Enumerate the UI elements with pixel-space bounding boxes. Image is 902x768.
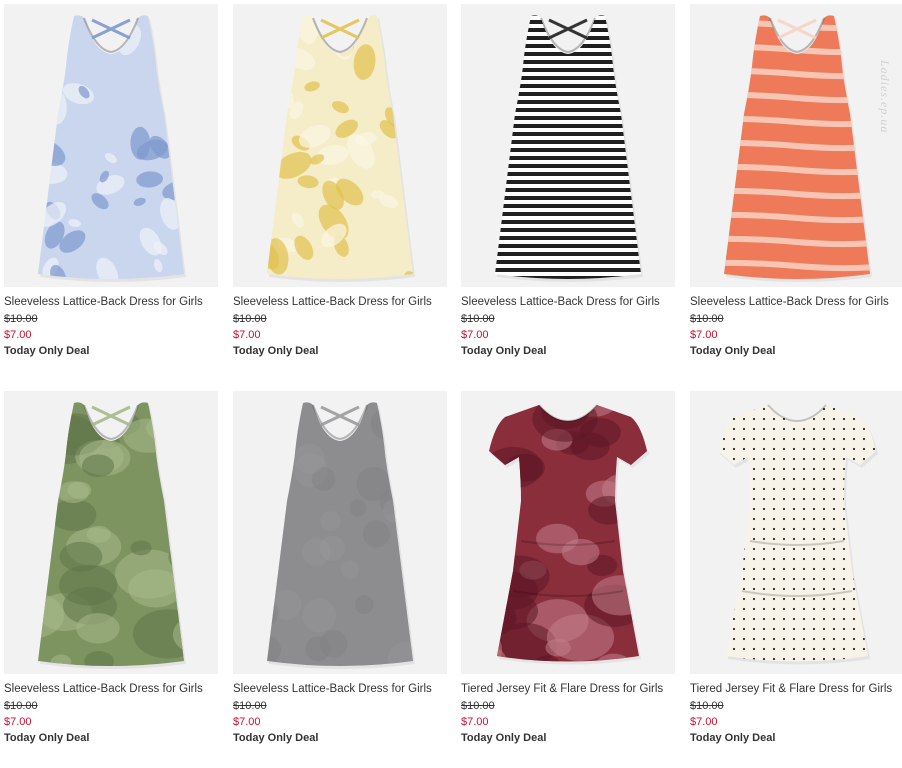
product-name-link[interactable]: Tiered Jersey Fit & Flare Dress for Girl… [690,683,892,695]
product-image[interactable] [461,4,675,287]
original-price: $10.00 [4,700,38,712]
product-image[interactable] [690,4,902,287]
dress-illustration [489,404,649,665]
product-name-link[interactable]: Sleeveless Lattice-Back Dress for Girls [690,296,889,308]
deal-badge: Today Only Deal [690,345,776,357]
deal-badge: Today Only Deal [233,732,319,744]
original-price: $10.00 [690,313,724,325]
dress-illustration [38,15,186,282]
product-grid: Sleeveless Lattice-Back Dress for Girls … [0,0,902,768]
dress-illustration [38,402,186,669]
sale-price: $7.00 [233,329,261,341]
product-image[interactable] [233,391,447,674]
deal-badge: Today Only Deal [233,345,319,357]
sale-price: $7.00 [4,329,32,341]
original-price: $10.00 [461,700,495,712]
deal-badge: Today Only Deal [4,345,90,357]
deal-badge: Today Only Deal [4,732,90,744]
original-price: $10.00 [461,313,495,325]
sale-price: $7.00 [690,716,718,728]
dress-illustration [724,15,872,282]
product-image[interactable] [690,391,902,674]
original-price: $10.00 [233,313,267,325]
product-name-link[interactable]: Sleeveless Lattice-Back Dress for Girls [233,296,432,308]
sale-price: $7.00 [233,716,261,728]
product-image[interactable] [461,391,675,674]
product-name-link[interactable]: Sleeveless Lattice-Back Dress for Girls [461,296,660,308]
product-image[interactable] [4,391,218,674]
deal-badge: Today Only Deal [461,732,547,744]
dress-illustration [267,15,415,282]
original-price: $10.00 [690,700,724,712]
sale-price: $7.00 [461,329,489,341]
original-price: $10.00 [4,313,38,325]
product-name-link[interactable]: Tiered Jersey Fit & Flare Dress for Girl… [461,683,663,695]
dress-illustration [267,402,415,669]
deal-badge: Today Only Deal [461,345,547,357]
product-image[interactable] [4,4,218,287]
watermark: Ladies.ep.ua [878,60,892,134]
sale-price: $7.00 [461,716,489,728]
dress-illustration [718,404,878,665]
product-name-link[interactable]: Sleeveless Lattice-Back Dress for Girls [4,683,203,695]
sale-price: $7.00 [4,716,32,728]
product-name-link[interactable]: Sleeveless Lattice-Back Dress for Girls [233,683,432,695]
sale-price: $7.00 [690,329,718,341]
original-price: $10.00 [233,700,267,712]
product-name-link[interactable]: Sleeveless Lattice-Back Dress for Girls [4,296,203,308]
dress-illustration [495,15,643,282]
product-image[interactable] [233,4,447,287]
deal-badge: Today Only Deal [690,732,776,744]
